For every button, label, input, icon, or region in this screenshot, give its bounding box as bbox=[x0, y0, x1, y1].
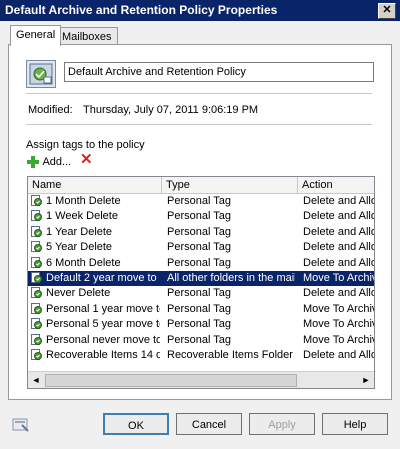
cell-action: Move To Archiv bbox=[303, 272, 374, 284]
add-label: Add... bbox=[42, 156, 72, 168]
cell-name: Personal 1 year move to ... bbox=[46, 302, 160, 315]
title-bar: Default Archive and Retention Policy Pro… bbox=[0, 0, 400, 21]
retention-tag-icon bbox=[31, 333, 43, 346]
cell-type: Personal Tag bbox=[167, 287, 232, 300]
cell-type: All other folders in the mailb... bbox=[167, 272, 295, 284]
cell-name: Default 2 year move to a... bbox=[46, 272, 160, 284]
cell-name: Recoverable Items 14 d... bbox=[46, 349, 160, 361]
window-title: Default Archive and Retention Policy Pro… bbox=[5, 3, 278, 17]
cell-type: Personal Tag bbox=[167, 225, 232, 238]
add-icon bbox=[27, 156, 39, 169]
table-row[interactable]: Personal 1 year move to ... Personal Tag M… bbox=[28, 302, 374, 317]
table-row[interactable]: Default 2 year move to a... All other fol… bbox=[28, 271, 374, 286]
retention-tag-icon bbox=[31, 210, 43, 222]
cell-action: Move To Archiv bbox=[303, 318, 374, 331]
cell-name: Personal 5 year move to ... bbox=[46, 318, 160, 331]
retention-tag-icon bbox=[31, 225, 43, 238]
table-row[interactable]: 1 Year Delete Personal Tag Delete and Allo… bbox=[28, 225, 374, 240]
horizontal-scrollbar[interactable]: ◄ ► bbox=[28, 371, 374, 388]
separator bbox=[26, 93, 372, 94]
cell-name: 1 Year Delete bbox=[46, 225, 113, 238]
cell-action: Delete and Allov bbox=[303, 195, 374, 207]
remove-icon[interactable]: ✕ bbox=[80, 152, 94, 167]
table-row[interactable]: Personal never move to ... Personal Tag Mo… bbox=[28, 333, 374, 348]
retention-tag-icon bbox=[31, 195, 43, 207]
cell-name: Personal never move to ... bbox=[46, 333, 160, 346]
help-button[interactable]: Help bbox=[322, 413, 388, 435]
table-row[interactable]: Recoverable Items 14 d... Recoverable Ite… bbox=[28, 348, 374, 363]
retention-tag-icon bbox=[31, 241, 43, 253]
cell-action: Delete and Allov bbox=[303, 241, 374, 254]
close-button[interactable]: ✕ bbox=[378, 3, 396, 19]
table-row[interactable]: 6 Month Delete Personal Tag Delete and All… bbox=[28, 256, 374, 271]
cell-type: Personal Tag bbox=[167, 241, 232, 254]
scroll-left-button[interactable]: ◄ bbox=[28, 372, 44, 388]
retention-tag-icon bbox=[31, 318, 43, 330]
list-header: Name Type Action bbox=[28, 177, 374, 194]
cell-type: Personal Tag bbox=[167, 318, 232, 331]
cell-action: Delete and Allov bbox=[303, 349, 374, 361]
retention-tag-icon bbox=[31, 349, 43, 361]
policy-icon bbox=[26, 60, 56, 88]
column-header-name[interactable]: Name bbox=[28, 177, 162, 193]
cell-name: Never Delete bbox=[46, 287, 111, 300]
modified-label: Modified: bbox=[28, 104, 73, 116]
cell-name: 1 Month Delete bbox=[46, 195, 121, 207]
table-row[interactable]: 1 Month Delete Personal Tag Delete and All… bbox=[28, 194, 374, 209]
tab-general[interactable]: General bbox=[10, 25, 62, 46]
cell-action: Delete and Allov bbox=[303, 256, 374, 269]
table-row[interactable]: 5 Year Delete Personal Tag Delete and Allo… bbox=[28, 240, 374, 255]
cell-type: Recoverable Items Folder bbox=[167, 349, 293, 361]
assign-tags-label: Assign tags to the policy bbox=[26, 139, 145, 151]
retention-tag-icon bbox=[31, 302, 43, 315]
cell-action: Move To Archiv bbox=[303, 333, 374, 346]
cell-type: Personal Tag bbox=[167, 210, 232, 223]
scroll-thumb[interactable] bbox=[45, 374, 297, 387]
table-row[interactable]: Personal 5 year move to ... Personal Tag M… bbox=[28, 317, 374, 332]
retention-tag-icon bbox=[31, 272, 43, 284]
table-row[interactable]: 1 Week Delete Personal Tag Delete and Allo… bbox=[28, 209, 374, 224]
apply-button[interactable]: Apply bbox=[249, 413, 315, 435]
cancel-button[interactable]: Cancel bbox=[176, 413, 242, 435]
cell-type: Personal Tag bbox=[167, 333, 232, 346]
cell-type: Personal Tag bbox=[167, 195, 232, 207]
cell-action: Move To Archiv bbox=[303, 302, 374, 315]
cell-action: Delete and Allov bbox=[303, 225, 374, 238]
cell-type: Personal Tag bbox=[167, 256, 232, 269]
column-header-type[interactable]: Type bbox=[162, 177, 298, 193]
table-row[interactable]: Never Delete Personal Tag Delete and Allov bbox=[28, 286, 374, 301]
cell-type: Personal Tag bbox=[167, 302, 232, 315]
add-button[interactable]: Add... bbox=[26, 154, 71, 170]
cell-name: 1 Week Delete bbox=[46, 210, 118, 223]
cell-name: 5 Year Delete bbox=[46, 241, 113, 254]
retention-tags-list[interactable]: Name Type Action 1 Month Delete Personal … bbox=[27, 176, 375, 389]
help-icon[interactable] bbox=[12, 417, 30, 433]
retention-tag-icon bbox=[31, 287, 43, 299]
ok-button[interactable]: OK bbox=[103, 413, 169, 435]
cell-action: Delete and Allov bbox=[303, 287, 374, 300]
modified-value: Thursday, July 07, 2011 9:06:19 PM bbox=[83, 104, 259, 116]
scroll-right-button[interactable]: ► bbox=[358, 372, 374, 388]
cell-action: Delete and Allov bbox=[303, 210, 374, 223]
cell-name: 6 Month Delete bbox=[46, 256, 121, 269]
separator bbox=[26, 124, 372, 125]
policy-name-field[interactable]: Default Archive and Retention Policy bbox=[64, 62, 374, 82]
retention-tag-icon bbox=[31, 256, 43, 269]
column-header-action[interactable]: Action bbox=[298, 177, 374, 193]
